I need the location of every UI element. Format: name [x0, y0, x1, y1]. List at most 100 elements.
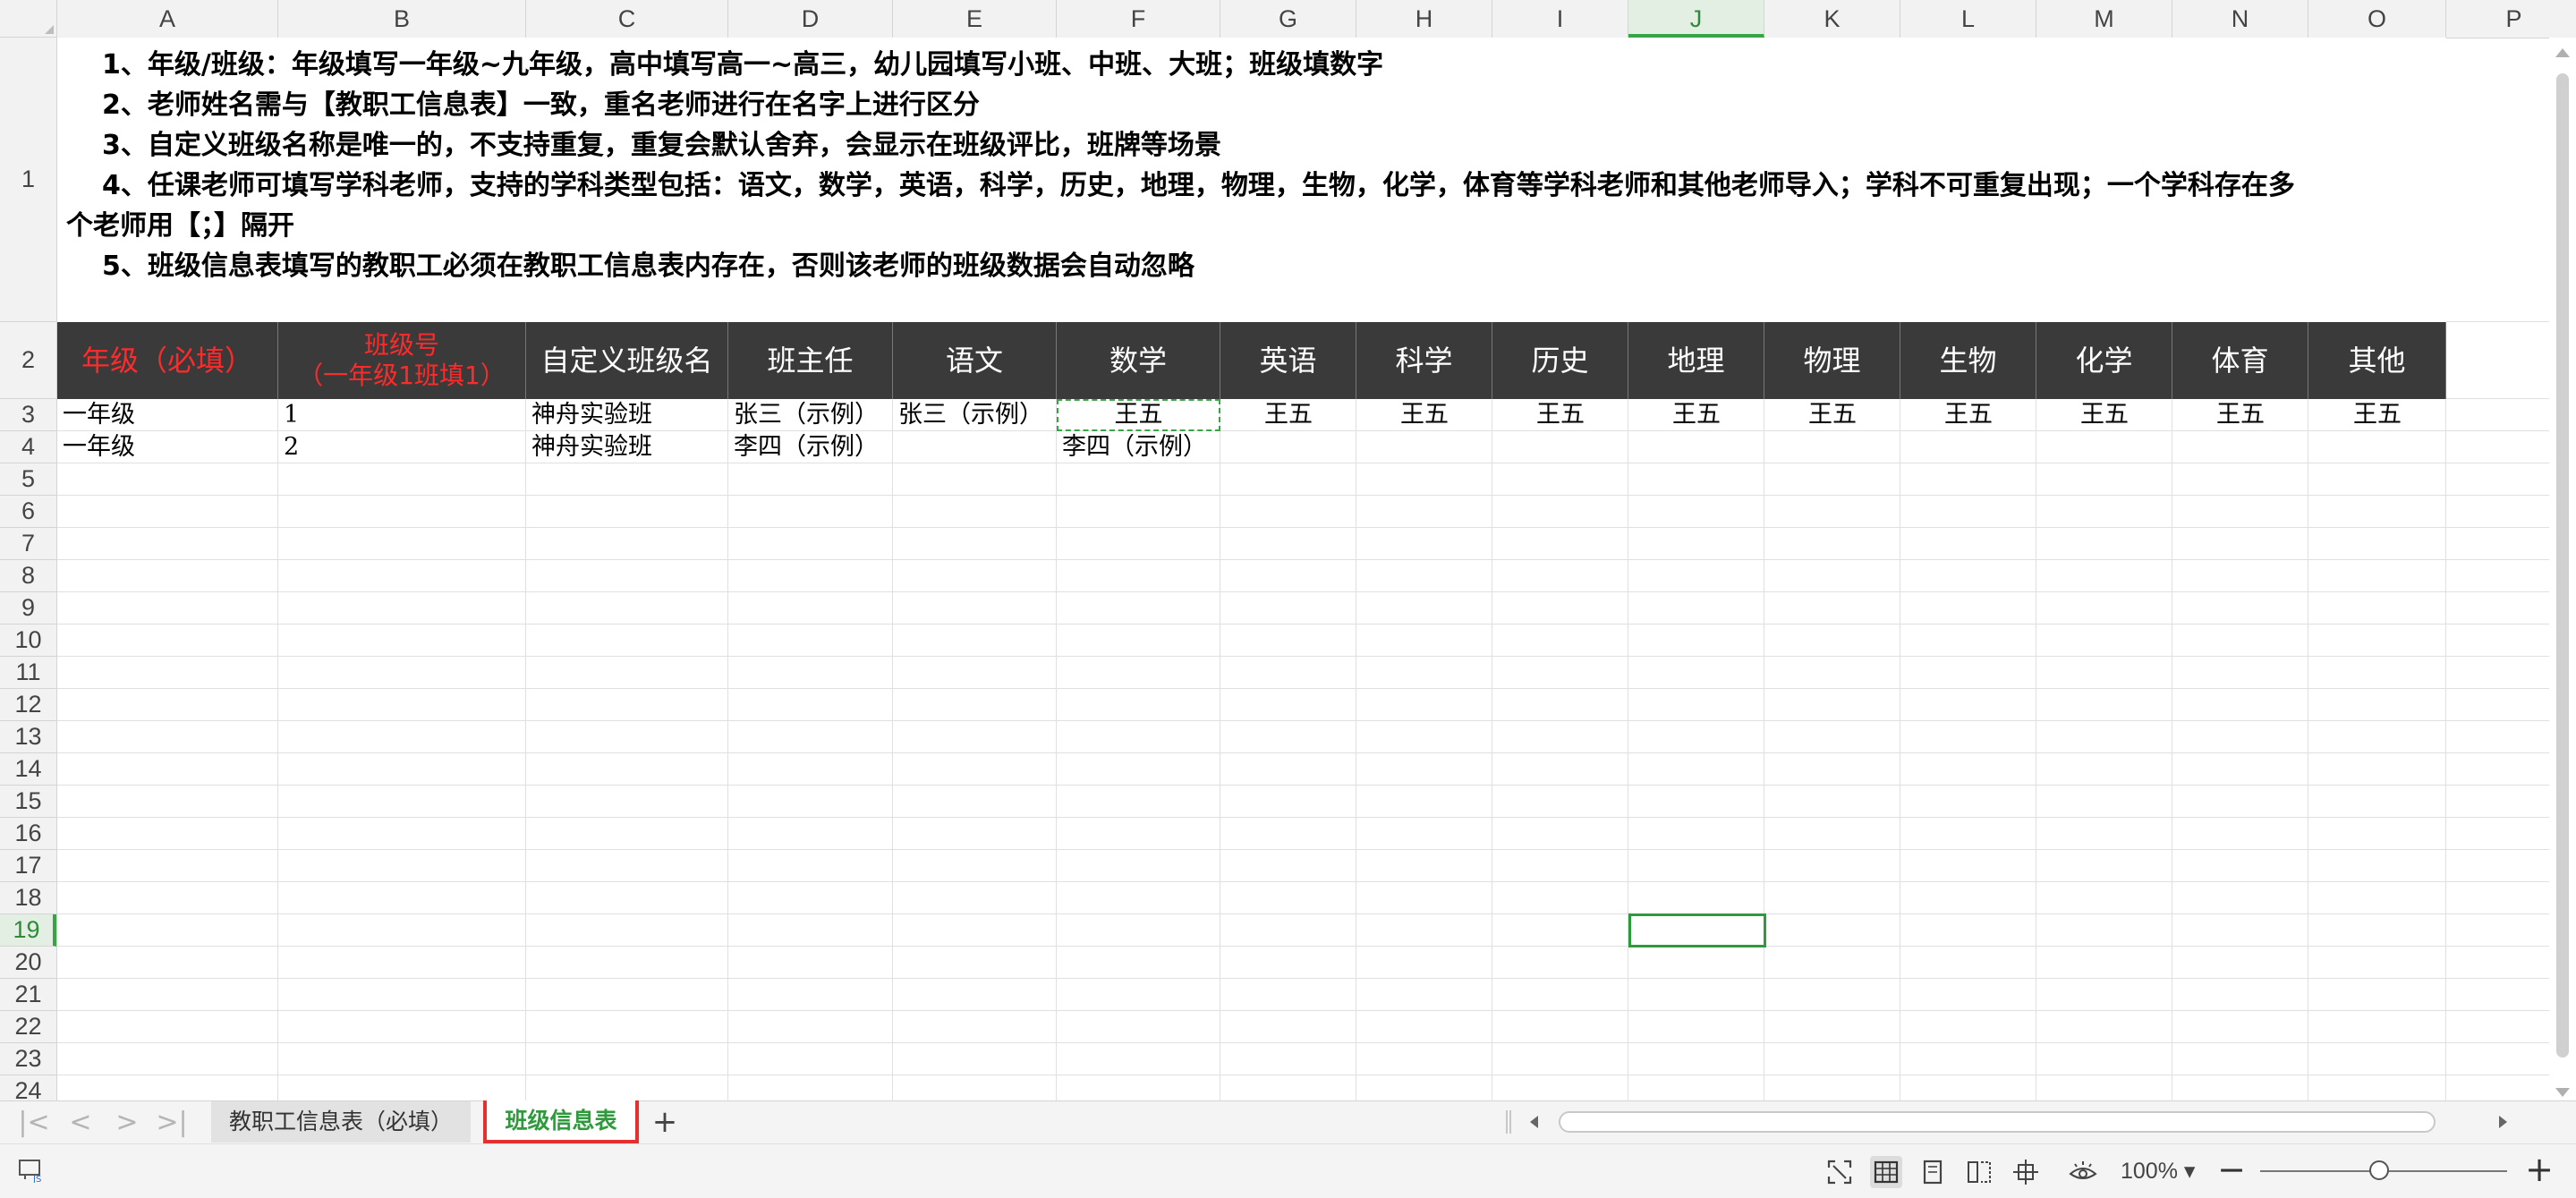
- row-header[interactable]: 16: [0, 818, 56, 850]
- table-cell[interactable]: 王五: [1628, 399, 1764, 430]
- table-cell[interactable]: 王五: [1492, 399, 1628, 430]
- table-cell[interactable]: [1356, 431, 1492, 463]
- column-header[interactable]: J: [1628, 0, 1764, 38]
- row-header[interactable]: 22: [0, 1011, 56, 1043]
- column-header[interactable]: C: [526, 0, 728, 38]
- tab-splitter-handle[interactable]: [1506, 1110, 1511, 1134]
- column-header[interactable]: P: [2446, 0, 2576, 38]
- row-header[interactable]: 8: [0, 560, 56, 592]
- table-cell[interactable]: 王五: [2308, 399, 2446, 430]
- zoom-in-button[interactable]: +: [2523, 1151, 2555, 1187]
- column-header[interactable]: M: [2036, 0, 2172, 38]
- table-cell[interactable]: 一年级: [57, 431, 278, 463]
- table-cell[interactable]: 张三（示例）: [893, 399, 1057, 430]
- last-sheet-icon[interactable]: >|: [154, 1107, 190, 1139]
- column-header[interactable]: E: [893, 0, 1057, 38]
- row-header[interactable]: 21: [0, 979, 56, 1011]
- column-header[interactable]: N: [2172, 0, 2308, 38]
- header-english[interactable]: 英语: [1220, 322, 1356, 399]
- page-break-icon[interactable]: [1963, 1156, 1995, 1188]
- column-header[interactable]: G: [1220, 0, 1356, 38]
- row-header[interactable]: 9: [0, 592, 56, 624]
- row-header[interactable]: 23: [0, 1043, 56, 1075]
- row-header[interactable]: 4: [0, 431, 56, 463]
- header-class-number[interactable]: 班级号 （一年级1班填1）: [278, 322, 526, 399]
- row-header[interactable]: 6: [0, 496, 56, 528]
- table-cell[interactable]: 王五: [2172, 399, 2308, 430]
- table-cell[interactable]: 神舟实验班: [526, 431, 728, 463]
- column-header[interactable]: B: [278, 0, 526, 38]
- row-header[interactable]: 10: [0, 624, 56, 657]
- row-header[interactable]: 12: [0, 689, 56, 721]
- table-cell[interactable]: [2036, 431, 2172, 463]
- header-chemistry[interactable]: 化学: [2036, 322, 2172, 399]
- header-history[interactable]: 历史: [1492, 322, 1628, 399]
- zoom-slider-thumb[interactable]: [2369, 1160, 2389, 1180]
- vertical-scrollbar[interactable]: [2549, 38, 2576, 1100]
- column-header[interactable]: D: [728, 0, 893, 38]
- eye-protection-icon[interactable]: [2067, 1156, 2099, 1188]
- row-header[interactable]: 7: [0, 528, 56, 560]
- column-header[interactable]: H: [1356, 0, 1492, 38]
- scroll-up-icon[interactable]: [2555, 48, 2570, 57]
- header-science[interactable]: 科学: [1356, 322, 1492, 399]
- table-cell[interactable]: [1628, 431, 1764, 463]
- header-other[interactable]: 其他: [2308, 322, 2446, 399]
- column-header[interactable]: O: [2308, 0, 2446, 38]
- table-cell[interactable]: 李四（示例）: [728, 431, 893, 463]
- column-header[interactable]: A: [57, 0, 278, 38]
- row-header[interactable]: 24: [0, 1075, 56, 1100]
- table-cell[interactable]: 王五: [1764, 399, 1900, 430]
- header-geography[interactable]: 地理: [1628, 322, 1764, 399]
- instructions-merged-cell[interactable]: 1、年级/班级：年级填写一年级~九年级，高中填写高一~高三，幼儿园填写小班、中班…: [57, 38, 2446, 322]
- row-header[interactable]: 2: [0, 322, 56, 399]
- column-header[interactable]: I: [1492, 0, 1628, 38]
- add-sheet-button[interactable]: +: [651, 1105, 678, 1139]
- table-cell[interactable]: 王五: [2036, 399, 2172, 430]
- tab-class-info[interactable]: 班级信息表: [483, 1100, 639, 1143]
- row-header[interactable]: 15: [0, 786, 56, 818]
- table-cell[interactable]: 张三（示例）: [728, 399, 893, 430]
- table-cell[interactable]: 李四（示例）: [1057, 431, 1220, 463]
- scroll-down-icon[interactable]: [2555, 1088, 2570, 1097]
- zoom-level-dropdown[interactable]: 100% ▾: [2121, 1157, 2195, 1185]
- scroll-right-icon[interactable]: [2499, 1116, 2507, 1128]
- vertical-scroll-thumb[interactable]: [2556, 73, 2569, 1058]
- row-header[interactable]: 5: [0, 463, 56, 496]
- header-chinese[interactable]: 语文: [893, 322, 1057, 399]
- header-head-teacher[interactable]: 班主任: [728, 322, 893, 399]
- table-cell[interactable]: 王五: [1356, 399, 1492, 430]
- table-cell[interactable]: 神舟实验班: [526, 399, 728, 430]
- table-cell[interactable]: 王五: [1900, 399, 2036, 430]
- header-physics[interactable]: 物理: [1764, 322, 1900, 399]
- crosshair-icon[interactable]: [2010, 1156, 2042, 1188]
- row-header[interactable]: 18: [0, 882, 56, 914]
- fullscreen-icon[interactable]: [1824, 1156, 1856, 1188]
- tab-staff-info[interactable]: 教职工信息表（必填）: [211, 1101, 471, 1143]
- horizontal-scroll-thumb[interactable]: [1559, 1111, 2436, 1133]
- row-header[interactable]: 11: [0, 657, 56, 689]
- table-cell[interactable]: 2: [278, 431, 526, 463]
- scroll-left-icon[interactable]: [1530, 1116, 1538, 1128]
- table-cell[interactable]: [1900, 431, 2036, 463]
- table-cell[interactable]: 王五: [1220, 399, 1356, 430]
- page-view-icon[interactable]: [1917, 1156, 1949, 1188]
- active-cell-cursor[interactable]: [1628, 913, 1766, 947]
- row-header[interactable]: 14: [0, 753, 56, 786]
- header-math[interactable]: 数学: [1057, 322, 1220, 399]
- table-cell[interactable]: [2308, 431, 2446, 463]
- column-header[interactable]: L: [1900, 0, 2036, 38]
- horizontal-scrollbar[interactable]: [1521, 1109, 2516, 1135]
- table-cell[interactable]: [1764, 431, 1900, 463]
- header-grade[interactable]: 年级（必填）: [57, 322, 278, 399]
- header-biology[interactable]: 生物: [1900, 322, 2036, 399]
- normal-view-icon[interactable]: [1870, 1156, 1902, 1188]
- column-header[interactable]: K: [1764, 0, 1900, 38]
- header-pe[interactable]: 体育: [2172, 322, 2308, 399]
- table-cell[interactable]: [893, 431, 1057, 463]
- table-cell[interactable]: 王五: [1057, 399, 1220, 430]
- macro-js-icon[interactable]: JS: [18, 1158, 45, 1183]
- row-header[interactable]: 17: [0, 850, 56, 882]
- row-header[interactable]: 13: [0, 721, 56, 753]
- table-cell[interactable]: 1: [278, 399, 526, 430]
